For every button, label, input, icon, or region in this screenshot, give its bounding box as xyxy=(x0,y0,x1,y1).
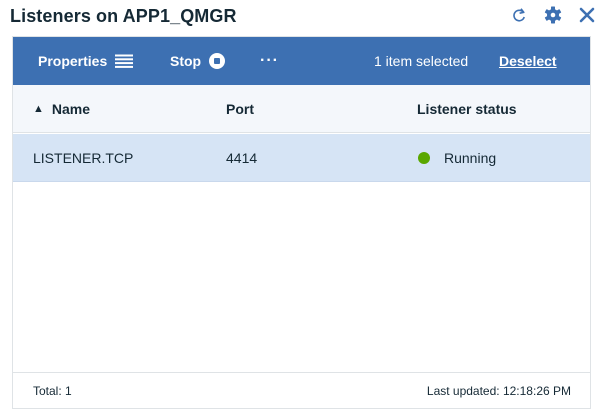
column-header-name[interactable]: ▲ Name xyxy=(33,85,90,133)
stop-label: Stop xyxy=(170,53,202,69)
stop-button[interactable]: Stop xyxy=(170,37,226,85)
more-actions-button[interactable]: ··· xyxy=(260,37,279,85)
status-running-icon xyxy=(418,152,430,164)
refresh-icon[interactable] xyxy=(509,4,529,26)
table-row[interactable]: LISTENER.TCP 4414 Running xyxy=(13,134,590,182)
deselect-link[interactable]: Deselect xyxy=(499,37,557,85)
list-icon xyxy=(115,54,134,68)
title-bar: Listeners on APP1_QMGR xyxy=(0,0,603,36)
table-footer: Total: 1 Last updated: 12:18:26 PM xyxy=(13,372,590,408)
page-title: Listeners on APP1_QMGR xyxy=(10,6,237,26)
gear-icon[interactable] xyxy=(543,4,563,26)
sort-ascending-icon: ▲ xyxy=(33,103,44,115)
listener-name-cell: LISTENER.TCP xyxy=(33,150,134,166)
properties-button[interactable]: Properties xyxy=(38,37,134,85)
header-actions xyxy=(509,4,597,26)
column-header-port[interactable]: Port xyxy=(226,85,254,133)
close-icon[interactable] xyxy=(577,4,597,26)
total-count: Total: 1 xyxy=(33,383,72,398)
listener-status-cell: Running xyxy=(418,134,496,182)
table-header: ▲ Name Port Listener status xyxy=(13,85,590,133)
selection-count: 1 item selected xyxy=(374,53,469,69)
listener-port-cell: 4414 xyxy=(226,150,258,166)
action-toolbar: Properties Stop ··· 1 item selected Dese… xyxy=(13,37,590,85)
column-header-status[interactable]: Listener status xyxy=(417,85,517,133)
stop-icon xyxy=(209,53,226,69)
listeners-panel: Properties Stop ··· 1 item selected Dese… xyxy=(12,36,591,409)
column-header-name-label: Name xyxy=(51,101,91,117)
properties-label: Properties xyxy=(38,53,108,69)
listener-status-label: Running xyxy=(444,150,497,166)
last-updated: Last updated: 12:18:26 PM xyxy=(426,383,571,398)
